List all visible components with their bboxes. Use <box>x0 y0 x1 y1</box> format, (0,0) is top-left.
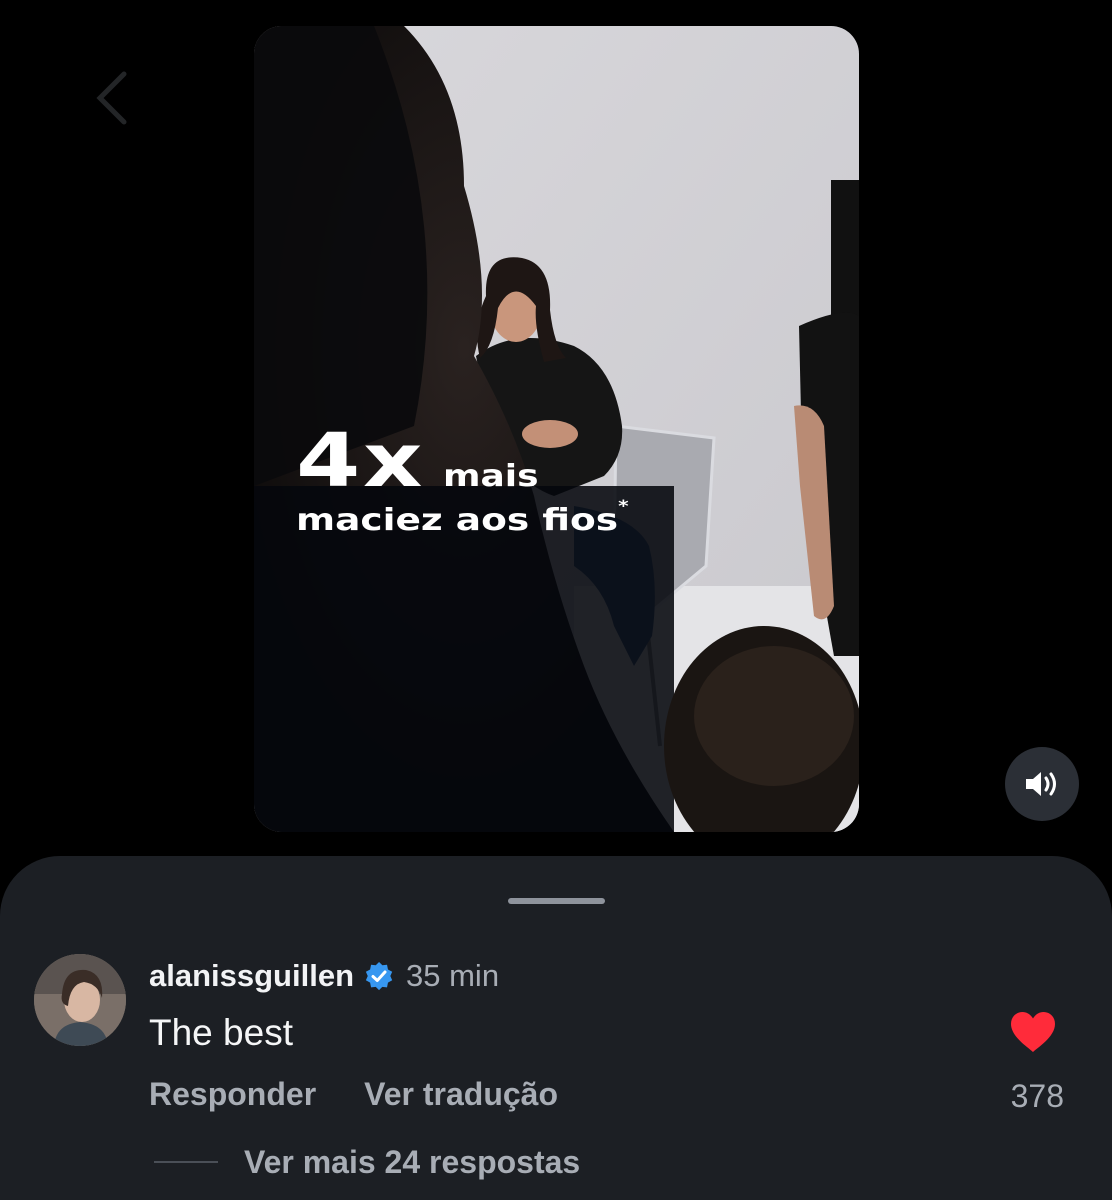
verified-badge-icon <box>365 961 393 991</box>
speaker-volume-icon <box>1026 772 1056 796</box>
comment-actions: Responder Ver tradução <box>149 1076 558 1113</box>
headline-line2: maciez aos fios* <box>296 498 629 538</box>
replies-divider <box>154 1161 218 1163</box>
footnote-mark: * <box>618 496 629 515</box>
heart-icon[interactable] <box>1009 1010 1057 1054</box>
translate-button[interactable]: Ver tradução <box>364 1076 558 1113</box>
headline-line2-text: maciez aos fios <box>296 503 619 538</box>
comment-time: 35 min <box>406 958 500 993</box>
app-screen: 4x mais maciez aos fios* alanissguillen … <box>0 0 1112 1200</box>
headline-big-text: 4x <box>296 418 426 504</box>
comment-username[interactable]: alanissguillen <box>149 958 354 994</box>
video-headline: 4x mais maciez aos fios* <box>296 418 629 536</box>
avatar-image <box>34 954 126 1046</box>
comments-sheet: alanissguillen 35 min The best Responder… <box>0 856 1112 1200</box>
sound-toggle-button[interactable] <box>1005 747 1079 821</box>
sheet-grabber-handle[interactable] <box>508 898 605 904</box>
avatar[interactable] <box>34 954 126 1046</box>
comment-text: The best <box>149 1012 293 1053</box>
like-count: 378 <box>1010 1078 1064 1114</box>
view-more-replies-button[interactable]: Ver mais 24 respostas <box>244 1144 580 1181</box>
video-player[interactable]: 4x mais maciez aos fios* <box>254 26 859 832</box>
comment-header: alanissguillen 35 min <box>149 958 499 994</box>
back-chevron-icon[interactable] <box>92 70 132 126</box>
headline-small-text: mais <box>443 459 539 494</box>
reply-button[interactable]: Responder <box>149 1076 316 1113</box>
